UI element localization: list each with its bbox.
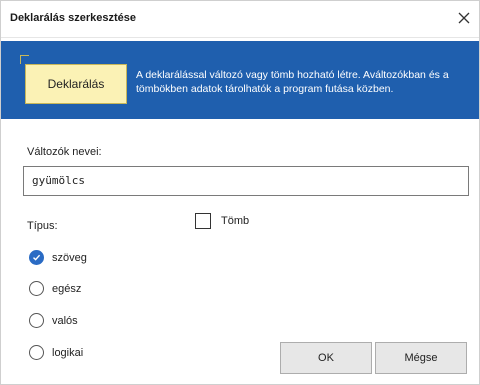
type-label: Típus: bbox=[27, 220, 58, 232]
variables-input[interactable]: gyümölcs bbox=[23, 166, 469, 196]
radio-logical[interactable]: logikai bbox=[29, 345, 83, 360]
radio-real[interactable]: valós bbox=[29, 313, 78, 328]
radio-circle[interactable] bbox=[29, 313, 44, 328]
array-checkbox-label: Tömb bbox=[221, 215, 250, 227]
close-button[interactable] bbox=[453, 7, 475, 29]
variables-label: Változók nevei: bbox=[27, 146, 102, 158]
radio-integer[interactable]: egész bbox=[29, 281, 81, 296]
cancel-button[interactable]: Mégse bbox=[375, 342, 467, 374]
array-checkbox-box[interactable] bbox=[195, 213, 211, 229]
radio-integer-label: egész bbox=[52, 282, 82, 295]
radio-logical-label: logikai bbox=[52, 346, 84, 359]
close-icon bbox=[458, 12, 470, 24]
banner-description: A deklarálással változó vagy tömb hozhat… bbox=[136, 69, 449, 95]
radio-circle[interactable] bbox=[29, 281, 44, 296]
declaration-badge: Deklarálás bbox=[20, 55, 127, 104]
info-banner: Deklarálás A deklarálással változó vagy … bbox=[1, 41, 479, 119]
radio-circle-selected[interactable] bbox=[29, 250, 44, 265]
radio-text-label: szöveg bbox=[52, 251, 87, 264]
declaration-badge-label: Deklarálás bbox=[47, 77, 105, 91]
radio-real-label: valós bbox=[52, 314, 78, 327]
radio-text[interactable]: szöveg bbox=[29, 250, 87, 265]
checkmark-icon bbox=[33, 254, 41, 261]
radio-circle[interactable] bbox=[29, 345, 44, 360]
title-bar: Deklarálás szerkesztése bbox=[1, 1, 479, 38]
array-checkbox[interactable]: Tömb bbox=[195, 213, 249, 229]
declaration-dialog: Deklarálás szerkesztése Deklarálás A dek… bbox=[0, 0, 480, 385]
window-title: Deklarálás szerkesztése bbox=[10, 12, 136, 24]
ok-button[interactable]: OK bbox=[280, 342, 372, 374]
